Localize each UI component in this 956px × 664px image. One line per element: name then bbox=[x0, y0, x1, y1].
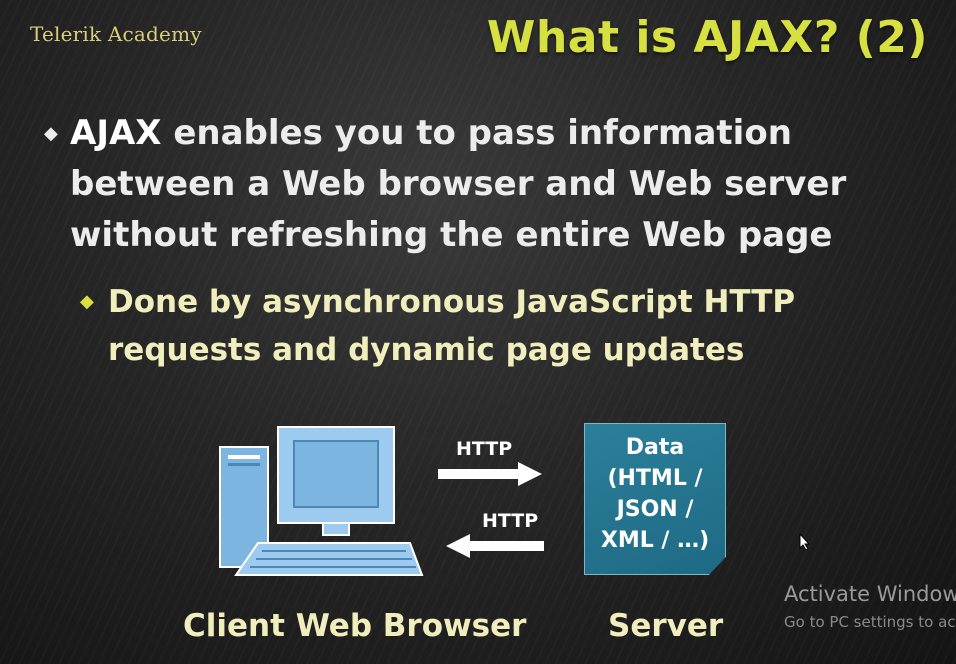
diamond-bullet-icon: ◆ bbox=[80, 291, 94, 312]
server-box-line: XML / …) bbox=[600, 528, 710, 553]
client-caption: Client Web Browser bbox=[183, 608, 527, 644]
http-response-label: HTTP bbox=[482, 510, 539, 532]
computer-icon bbox=[219, 426, 424, 576]
activation-watermark-title: Activate Window bbox=[784, 582, 956, 606]
main-bullet-highlight: AJAX bbox=[70, 113, 162, 153]
sub-bullet-text: Done by asynchronous JavaScript HTTP req… bbox=[108, 284, 796, 368]
mouse-cursor-icon bbox=[799, 533, 811, 551]
server-box-line: (HTML / bbox=[607, 466, 703, 491]
main-bullet-body: enables you to pass information between … bbox=[70, 113, 847, 255]
slide-title: What is AJAX? (2) bbox=[486, 12, 928, 63]
http-request-label: HTTP bbox=[456, 438, 513, 460]
server-box-line: Data bbox=[625, 435, 685, 460]
main-bullet: ◆ AJAX enables you to pass information b… bbox=[44, 108, 864, 261]
sub-bullet: ◆ Done by asynchronous JavaScript HTTP r… bbox=[80, 278, 840, 374]
activation-watermark-link[interactable]: Go to PC settings to ac bbox=[784, 613, 956, 631]
main-bullet-text: AJAX enables you to pass information bet… bbox=[70, 108, 864, 261]
arrow-left-icon bbox=[446, 534, 544, 558]
arrow-right-icon bbox=[438, 462, 542, 486]
server-caption: Server bbox=[608, 608, 724, 644]
diamond-bullet-icon: ◆ bbox=[44, 123, 58, 144]
server-box-line: JSON / bbox=[616, 497, 694, 522]
server-data-box: Data (HTML / JSON / XML / …) bbox=[584, 423, 726, 575]
logo: Telerik Academy bbox=[30, 22, 202, 46]
